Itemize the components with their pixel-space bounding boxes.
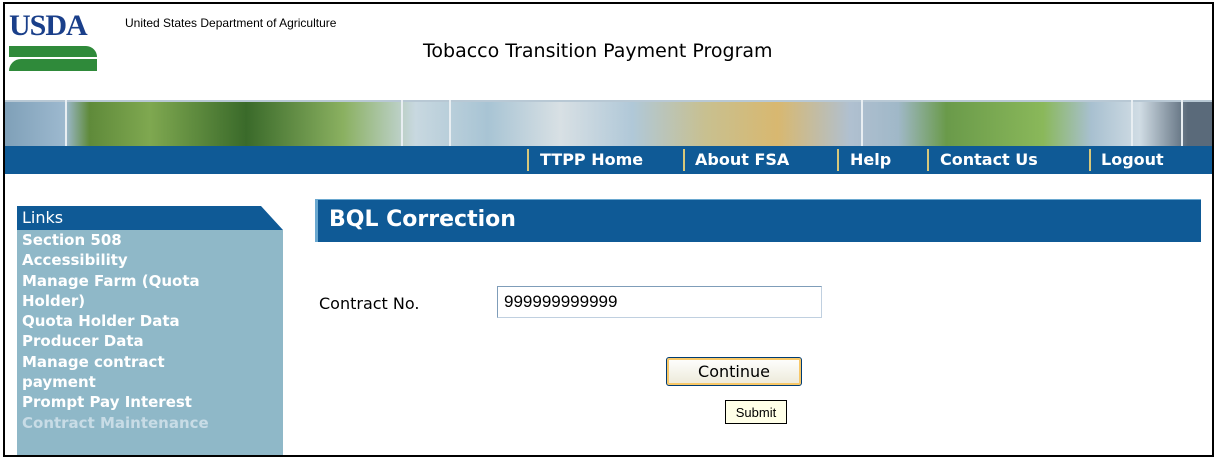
nav-separator: [837, 149, 839, 171]
nav-help[interactable]: Help: [850, 150, 891, 170]
link-manage-farm-cont[interactable]: Holder): [22, 291, 283, 311]
program-title: Tobacco Transition Payment Program: [423, 40, 773, 62]
page-title: BQL Correction: [329, 207, 516, 232]
nav-separator: [1089, 149, 1091, 171]
page-title-bar: BQL Correction: [315, 199, 1201, 242]
nav-contact-us[interactable]: Contact Us: [940, 150, 1038, 170]
link-section-508[interactable]: Section 508: [22, 230, 283, 250]
links-list: Section 508 Accessibility Manage Farm (Q…: [17, 230, 283, 455]
site-header: USDA United States Department of Agricul…: [5, 4, 1212, 100]
link-manage-farm[interactable]: Manage Farm (Quota: [22, 271, 283, 291]
link-manage-contract-payment[interactable]: Manage contract: [22, 352, 283, 372]
page-frame: USDA United States Department of Agricul…: [3, 2, 1214, 457]
banner-divider: [1181, 100, 1183, 146]
usda-logo-text: USDA: [9, 9, 88, 42]
banner-top-line: [5, 100, 1212, 102]
link-producer-data[interactable]: Producer Data: [22, 331, 283, 351]
top-nav: TTPP Home About FSA Help Contact Us Logo…: [5, 146, 1212, 174]
usda-logo[interactable]: USDA: [9, 10, 101, 74]
logo-wave-icon: [9, 46, 97, 57]
nav-separator: [927, 149, 929, 171]
nav-logout[interactable]: Logout: [1101, 150, 1164, 170]
continue-button[interactable]: Continue: [666, 357, 802, 386]
contract-number-input[interactable]: [497, 286, 822, 318]
submit-button[interactable]: Submit: [725, 400, 787, 424]
link-accessibility[interactable]: Accessibility: [22, 250, 283, 270]
link-prompt-pay-interest[interactable]: Prompt Pay Interest: [22, 392, 283, 412]
link-quota-holder-data[interactable]: Quota Holder Data: [22, 311, 283, 331]
department-name: United States Department of Agriculture: [125, 16, 337, 30]
contract-number-label: Contract No.: [319, 294, 420, 313]
banner-divider: [861, 100, 863, 146]
banner-divider: [401, 100, 403, 146]
logo-wave-icon: [9, 59, 97, 71]
nav-separator: [683, 149, 685, 171]
banner-divider: [449, 100, 451, 146]
photo-banner: [5, 100, 1212, 146]
links-heading: Links: [22, 208, 64, 227]
banner-divider: [65, 100, 67, 146]
links-sidebar: Links Section 508 Accessibility Manage F…: [17, 206, 283, 455]
nav-about-fsa[interactable]: About FSA: [695, 150, 789, 170]
nav-separator: [527, 149, 529, 171]
link-manage-contract-payment-cont[interactable]: payment: [22, 372, 283, 392]
nav-ttpp-home[interactable]: TTPP Home: [540, 150, 643, 170]
link-contract-maintenance[interactable]: Contract Maintenance: [22, 413, 283, 433]
banner-divider: [1131, 100, 1133, 146]
